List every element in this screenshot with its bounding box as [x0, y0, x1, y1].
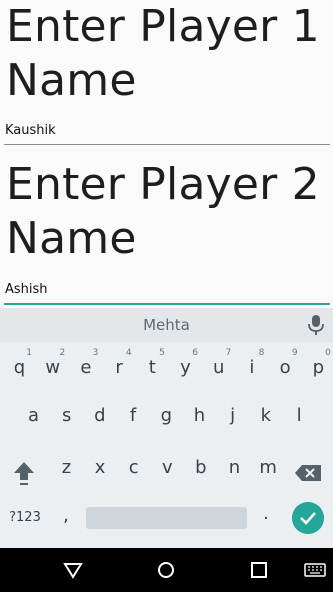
key-d[interactable]: d: [83, 394, 116, 438]
key-label: l: [296, 405, 302, 426]
key-w[interactable]: w2: [36, 346, 69, 390]
player2-heading: Enter Player 2 Name: [6, 159, 320, 264]
key-u[interactable]: u7: [202, 346, 235, 390]
key-label: q: [13, 357, 26, 378]
key-q[interactable]: q1: [3, 346, 36, 390]
key-number-hint: 0: [325, 348, 331, 358]
key-label: w: [45, 357, 61, 378]
key-i[interactable]: i8: [235, 346, 268, 390]
key-m[interactable]: m: [252, 446, 285, 490]
key-label: u: [212, 357, 225, 378]
key-label: b: [195, 457, 207, 478]
player2-name-field[interactable]: Ashish: [4, 281, 330, 305]
key-o[interactable]: o9: [269, 346, 302, 390]
key-b[interactable]: b: [184, 446, 217, 490]
mic-icon[interactable]: [307, 314, 325, 336]
backspace-icon[interactable]: [292, 458, 326, 488]
key-g[interactable]: g: [150, 394, 183, 438]
symbols-key[interactable]: ?123: [6, 496, 44, 540]
key-r[interactable]: r4: [103, 346, 136, 390]
key-n[interactable]: n: [218, 446, 251, 490]
key-number-hint: 7: [225, 348, 232, 358]
key-label: g: [160, 405, 173, 426]
key-h[interactable]: h: [183, 394, 216, 438]
key-number-hint: 4: [125, 348, 132, 358]
key-label: d: [94, 405, 106, 426]
key-label: n: [228, 457, 241, 478]
suggestion-strip: Mehta: [0, 308, 333, 342]
player1-name-field[interactable]: Kaushik: [4, 122, 330, 145]
key-t[interactable]: t5: [136, 346, 169, 390]
shift-icon[interactable]: [8, 456, 40, 490]
key-label: f: [129, 405, 137, 426]
key-label: r: [115, 357, 123, 378]
key-x[interactable]: x: [84, 446, 117, 490]
key-number-hint: 1: [26, 348, 32, 358]
comma-key[interactable]: ,: [52, 494, 80, 538]
key-label: v: [161, 457, 173, 478]
key-j[interactable]: j: [216, 394, 249, 438]
key-a[interactable]: a: [17, 394, 50, 438]
key-number-hint: 5: [159, 348, 165, 358]
key-label: p: [312, 357, 325, 378]
recents-icon[interactable]: [248, 559, 270, 581]
key-label: a: [27, 405, 40, 426]
key-label: x: [94, 457, 106, 478]
player1-heading: Enter Player 1 Name: [6, 1, 320, 106]
key-label: s: [61, 405, 72, 426]
key-label: t: [148, 357, 156, 378]
back-icon[interactable]: [62, 559, 84, 581]
key-number-hint: 3: [92, 348, 99, 358]
navigation-bar: [0, 548, 333, 592]
key-number-hint: 8: [258, 348, 265, 358]
key-label: m: [259, 457, 277, 478]
enter-check-icon[interactable]: [292, 502, 324, 534]
key-f[interactable]: f: [117, 394, 150, 438]
key-label: h: [193, 405, 206, 426]
key-v[interactable]: v: [151, 446, 184, 490]
key-label: z: [61, 457, 72, 478]
key-p[interactable]: p0: [302, 346, 333, 390]
home-icon[interactable]: [155, 559, 177, 581]
soft-keyboard: Mehta q1w2e3r4t5y6u7i8o9p0 asdfghjkl zxc…: [0, 308, 333, 548]
key-e[interactable]: e3: [69, 346, 102, 390]
key-l[interactable]: l: [283, 394, 316, 438]
key-label: i: [249, 357, 255, 378]
key-label: y: [180, 357, 191, 378]
key-z[interactable]: z: [50, 446, 83, 490]
key-label: k: [260, 405, 272, 426]
suggestion-word[interactable]: Mehta: [0, 316, 333, 334]
key-label: e: [80, 357, 92, 378]
key-y[interactable]: y6: [169, 346, 202, 390]
player2-name-value: Ashish: [5, 282, 48, 297]
period-key[interactable]: .: [252, 492, 280, 536]
key-label: o: [279, 357, 291, 378]
keyboard-switch-icon[interactable]: [304, 559, 326, 581]
key-number-hint: 2: [59, 348, 66, 358]
key-s[interactable]: s: [50, 394, 83, 438]
key-number-hint: 6: [192, 348, 198, 358]
key-c[interactable]: c: [117, 446, 150, 490]
space-bar[interactable]: [86, 507, 247, 529]
key-label: c: [128, 457, 139, 478]
key-label: j: [230, 405, 236, 426]
key-k[interactable]: k: [249, 394, 282, 438]
key-number-hint: 9: [291, 348, 298, 358]
player1-name-value: Kaushik: [5, 123, 56, 138]
